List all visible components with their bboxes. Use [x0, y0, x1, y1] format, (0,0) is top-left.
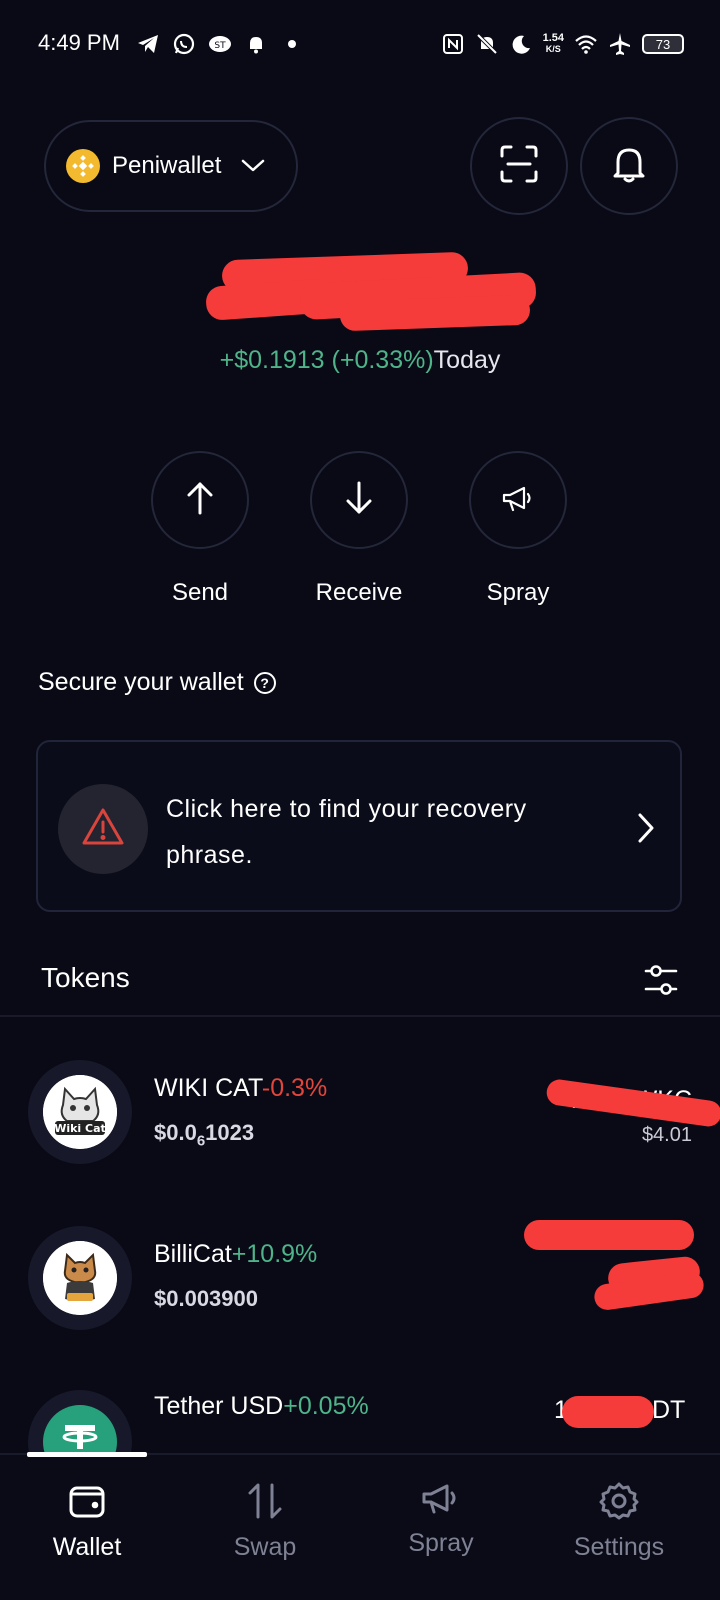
moon-icon — [509, 32, 533, 56]
send-button[interactable] — [151, 451, 249, 549]
token-price-zeros: 6 — [196, 1132, 206, 1150]
wallet-icon — [17, 1481, 157, 1521]
gear-icon — [549, 1481, 689, 1521]
chevron-down-icon — [241, 159, 265, 173]
balance-change: +$0.1913 (+0.33%)Today — [0, 346, 720, 375]
network-speed-unit: K/S — [545, 44, 561, 54]
token-change: +0.05% — [283, 1392, 369, 1420]
wallet-name: Peniwallet — [112, 152, 222, 179]
whatsapp-icon — [172, 32, 196, 56]
bottom-navigation: Wallet Swap Spray Settings — [0, 1453, 720, 1600]
dot-icon — [280, 32, 304, 56]
secure-wallet-title: Secure your wallet ? — [38, 668, 276, 697]
notification-icon — [244, 32, 268, 56]
arrow-up-icon — [185, 481, 215, 520]
warning-icon-container — [58, 784, 148, 874]
wallet-selector[interactable]: Peniwallet — [44, 120, 298, 212]
network-speed-value: 1.54 — [542, 32, 564, 44]
token-row-wiki-cat[interactable]: Wiki Cat WIKI CAT-0.3% $0.061023 4 .0M W… — [0, 1060, 720, 1180]
scan-icon — [499, 144, 539, 189]
amount-redaction — [562, 1396, 654, 1428]
chevron-right-icon — [636, 812, 656, 849]
recovery-phrase-card[interactable]: Click here to find your recovery phrase. — [36, 740, 682, 912]
token-name-text: WIKI CAT — [154, 1074, 262, 1102]
token-price-suffix: 1023 — [205, 1120, 255, 1145]
status-right-icons: 1.54 K/S 73 — [441, 28, 684, 60]
spray-label: Spray — [486, 579, 550, 606]
send-label: Send — [171, 579, 229, 606]
spray-button[interactable] — [469, 451, 567, 549]
airplane-icon — [608, 32, 632, 56]
token-price-prefix: $0.0 — [154, 1120, 197, 1145]
nav-label-settings: Settings — [573, 1533, 665, 1561]
balance-redaction — [339, 294, 531, 332]
swap-icon — [195, 1481, 335, 1521]
megaphone-icon — [501, 483, 535, 518]
help-icon[interactable]: ? — [253, 671, 276, 694]
token-change: +10.9% — [231, 1240, 318, 1268]
secure-wallet-heading: Secure your wallet — [38, 668, 244, 696]
warning-icon — [81, 807, 125, 852]
nav-label-swap: Swap — [233, 1533, 297, 1561]
nav-active-indicator — [27, 1452, 147, 1457]
token-name: Tether USD+0.05% — [154, 1392, 369, 1421]
app-icon: ST — [208, 32, 232, 56]
svg-text:ST: ST — [214, 41, 226, 51]
token-name-text: BilliCat — [154, 1240, 232, 1268]
status-time: 4:49 PM — [38, 30, 120, 55]
megaphone-icon — [371, 1477, 511, 1517]
billicat-logo-icon — [43, 1241, 117, 1315]
token-row-billicat[interactable]: BilliCat+10.9% $0.003900 — [0, 1220, 720, 1346]
nfc-icon — [441, 32, 465, 56]
scan-button[interactable] — [470, 117, 568, 215]
telegram-icon — [136, 32, 160, 56]
spray-action[interactable]: Spray — [468, 451, 568, 607]
token-price: $0.061023 — [154, 1120, 254, 1149]
nav-item-swap[interactable]: Swap — [195, 1481, 335, 1562]
token-logo-wiki-cat: Wiki Cat — [28, 1060, 132, 1164]
battery-indicator: 73 — [642, 34, 684, 54]
token-change: -0.3% — [261, 1074, 328, 1102]
filter-icon[interactable] — [643, 962, 679, 1003]
token-name-text: Tether USD — [154, 1392, 284, 1420]
arrow-down-icon — [344, 481, 374, 520]
send-action[interactable]: Send — [150, 451, 250, 607]
token-value: $4.01 — [641, 1124, 692, 1146]
token-amount-suffix: DT — [652, 1396, 686, 1424]
receive-button[interactable] — [310, 451, 408, 549]
svg-text:Wiki Cat: Wiki Cat — [54, 1122, 106, 1135]
bnb-icon — [66, 149, 100, 183]
wiki-cat-logo-icon: Wiki Cat — [43, 1075, 117, 1149]
nav-label-spray: Spray — [408, 1529, 474, 1557]
tokens-divider — [0, 1015, 720, 1017]
balance-change-period: Today — [433, 346, 501, 374]
amount-redaction — [524, 1220, 694, 1250]
nav-item-settings[interactable]: Settings — [549, 1481, 689, 1562]
nav-item-wallet[interactable]: Wallet — [17, 1481, 157, 1562]
nav-label-wallet: Wallet — [52, 1533, 122, 1561]
tokens-title: Tokens — [41, 962, 130, 993]
receive-action[interactable]: Receive — [309, 451, 409, 607]
receive-label: Receive — [315, 579, 403, 606]
status-left-icons: ST — [136, 30, 304, 58]
token-price: $0.003900 — [154, 1286, 258, 1311]
token-name: WIKI CAT-0.3% — [154, 1074, 327, 1103]
network-speed: 1.54 K/S — [543, 33, 564, 55]
token-logo-billicat — [28, 1226, 132, 1330]
bell-icon — [611, 145, 647, 188]
wifi-icon — [574, 32, 598, 56]
notifications-button[interactable] — [580, 117, 678, 215]
recovery-phrase-text: Click here to find your recovery phrase. — [166, 795, 527, 869]
token-name: BilliCat+10.9% — [154, 1240, 317, 1269]
balance-change-value: +$0.1913 (+0.33%) — [219, 346, 434, 374]
nav-item-spray[interactable]: Spray — [371, 1477, 511, 1558]
mute-icon — [475, 32, 499, 56]
